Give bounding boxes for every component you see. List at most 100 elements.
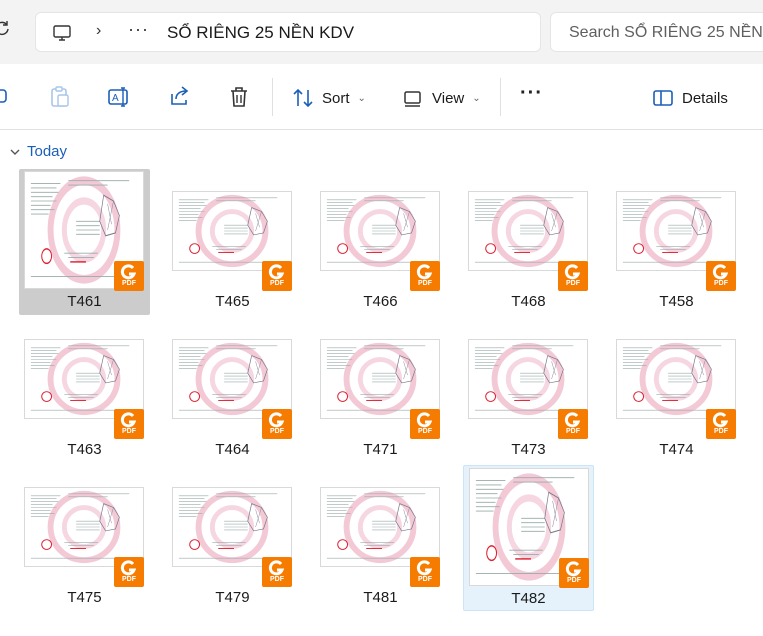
file-name: T463 (67, 441, 102, 458)
file-name: T475 (67, 589, 102, 606)
file-item[interactable]: PDF T458 (611, 169, 742, 315)
file-type-label: PDF (418, 576, 432, 583)
file-type-label: PDF (122, 576, 136, 583)
file-list-pane[interactable]: Today PDF T461 PDF T465 PDF T466 PDF T46… (0, 131, 748, 636)
file-type-label: PDF (418, 280, 432, 287)
file-type-label: PDF (270, 280, 284, 287)
delete-icon[interactable] (226, 84, 252, 110)
file-thumbnail (172, 339, 292, 419)
file-item[interactable]: PDF T474 (611, 317, 742, 463)
file-type-label: PDF (567, 577, 581, 584)
pdf-file-icon: PDF (114, 261, 144, 291)
pdf-file-icon: PDF (410, 261, 440, 291)
chevron-down-icon: ⌄ (472, 92, 481, 104)
file-item[interactable]: PDF T466 (315, 169, 446, 315)
toolbar-separator (500, 78, 501, 116)
file-thumbnail (24, 487, 144, 567)
file-type-label: PDF (122, 280, 136, 287)
file-type-label: PDF (418, 428, 432, 435)
file-item[interactable]: PDF T482 (463, 465, 594, 611)
file-thumbnail (320, 339, 440, 419)
file-name: T473 (511, 441, 546, 458)
file-name: T471 (363, 441, 398, 458)
search-input[interactable]: Search SỔ RIÊNG 25 NỀN KDV (569, 24, 763, 42)
file-thumbnail (172, 191, 292, 271)
file-type-label: PDF (566, 428, 580, 435)
file-thumbnail (468, 339, 588, 419)
this-pc-icon[interactable] (52, 23, 72, 43)
file-item[interactable]: PDF T475 (19, 465, 150, 611)
pdf-file-icon: PDF (262, 261, 292, 291)
file-thumbnail (24, 339, 144, 419)
chevron-down-icon: ⌄ (357, 92, 366, 104)
details-pane-icon (653, 90, 673, 106)
file-item[interactable]: PDF T481 (315, 465, 446, 611)
pdf-file-icon: PDF (706, 261, 736, 291)
file-name: T464 (215, 441, 250, 458)
breadcrumb-current-folder[interactable]: SỔ RIÊNG 25 NỀN KDV (167, 23, 354, 43)
file-name: T479 (215, 589, 250, 606)
pdf-file-icon: PDF (410, 557, 440, 587)
pdf-file-icon: PDF (262, 409, 292, 439)
pdf-file-icon: PDF (706, 409, 736, 439)
chevron-down-icon (10, 149, 20, 155)
file-type-label: PDF (270, 576, 284, 583)
file-name: T474 (659, 441, 694, 458)
file-thumbnail (320, 191, 440, 271)
file-name: T465 (215, 293, 250, 310)
pdf-file-icon: PDF (262, 557, 292, 587)
address-bar-area: › ··· SỔ RIÊNG 25 NỀN KDV Search SỔ RIÊN… (0, 0, 763, 64)
file-name: T458 (659, 293, 694, 310)
sort-label: Sort (322, 89, 350, 107)
file-name: T466 (363, 293, 398, 310)
file-thumbnail (468, 191, 588, 271)
file-type-label: PDF (566, 280, 580, 287)
file-name: T461 (67, 293, 102, 310)
pdf-file-icon: PDF (114, 557, 144, 587)
view-icon (404, 91, 421, 107)
pdf-file-icon: PDF (114, 409, 144, 439)
share-icon[interactable] (167, 84, 193, 110)
file-item[interactable]: PDF T464 (167, 317, 298, 463)
rename-icon[interactable]: A (106, 84, 132, 110)
sort-icon (293, 88, 313, 108)
sort-button[interactable]: Sort ⌄ (292, 86, 366, 110)
file-type-label: PDF (714, 280, 728, 287)
cut-icon[interactable] (0, 84, 12, 110)
command-bar: A Sort ⌄ View ⌄ ··· Details (0, 64, 763, 130)
group-header-today[interactable]: Today (9, 143, 67, 160)
file-item[interactable]: PDF T465 (167, 169, 298, 315)
file-type-label: PDF (270, 428, 284, 435)
breadcrumb-chevron-icon[interactable]: › (96, 22, 101, 40)
file-name: T468 (511, 293, 546, 310)
breadcrumb[interactable]: › ··· SỔ RIÊNG 25 NỀN KDV (35, 12, 541, 52)
file-item[interactable]: PDF T473 (463, 317, 594, 463)
file-type-label: PDF (122, 428, 136, 435)
breadcrumb-more-button[interactable]: ··· (128, 19, 149, 40)
pdf-file-icon: PDF (559, 558, 589, 588)
file-thumbnail (320, 487, 440, 567)
pdf-file-icon: PDF (558, 261, 588, 291)
file-item[interactable]: PDF T468 (463, 169, 594, 315)
file-item[interactable]: PDF T463 (19, 317, 150, 463)
refresh-icon[interactable] (0, 20, 10, 36)
file-item[interactable]: PDF T471 (315, 317, 446, 463)
file-name: T481 (363, 589, 398, 606)
group-label: Today (27, 143, 68, 160)
view-label: View (432, 89, 465, 107)
paste-icon[interactable] (47, 84, 73, 110)
file-item[interactable]: PDF T479 (167, 465, 298, 611)
more-options-button[interactable]: ··· (520, 82, 543, 105)
pdf-file-icon: PDF (410, 409, 440, 439)
file-type-label: PDF (714, 428, 728, 435)
search-box[interactable]: Search SỔ RIÊNG 25 NỀN KDV (550, 12, 763, 52)
details-button[interactable]: Details (652, 86, 728, 110)
file-thumbnail (616, 339, 736, 419)
svg-text:A: A (112, 93, 119, 104)
file-item[interactable]: PDF T461 (19, 169, 150, 315)
file-thumbnail (172, 487, 292, 567)
pdf-file-icon: PDF (558, 409, 588, 439)
file-name: T482 (511, 590, 546, 607)
right-edge (748, 131, 763, 636)
view-button[interactable]: View ⌄ (402, 86, 481, 110)
